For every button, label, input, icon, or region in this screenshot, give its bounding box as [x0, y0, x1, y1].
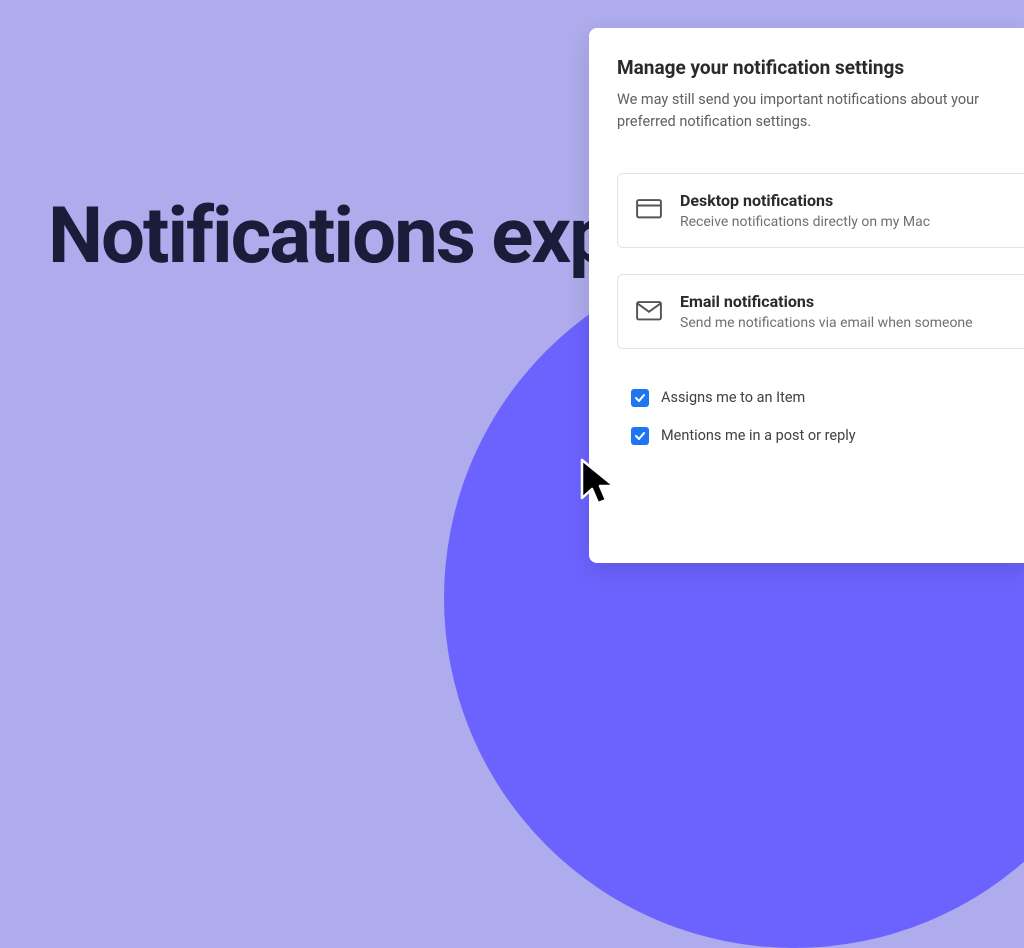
email-options: Assigns me to an Item Mentions me in a p…: [617, 375, 1024, 445]
check-icon: [634, 392, 646, 404]
checkbox-row-mentions[interactable]: Mentions me in a post or reply: [631, 427, 1024, 445]
desktop-title: Desktop notifications: [680, 191, 1006, 210]
desktop-description: Receive notifications directly on my Mac: [680, 214, 1006, 230]
checkbox-label-mentions: Mentions me in a post or reply: [661, 427, 856, 444]
email-text: Email notifications Send me notification…: [680, 292, 1006, 331]
checkbox-mentions[interactable]: [631, 427, 649, 445]
checkbox-assigns[interactable]: [631, 389, 649, 407]
desktop-icon: [636, 199, 662, 221]
email-title: Email notifications: [680, 292, 1006, 311]
cursor-pointer-icon: [576, 456, 624, 514]
email-icon: [636, 300, 662, 322]
email-description: Send me notifications via email when som…: [680, 315, 1006, 331]
checkbox-label-assigns: Assigns me to an Item: [661, 389, 805, 406]
panel-title: Manage your notification settings: [617, 56, 1024, 79]
email-notifications-card[interactable]: Email notifications Send me notification…: [617, 274, 1024, 349]
notification-settings-panel: Manage your notification settings We may…: [589, 28, 1024, 563]
checkbox-row-assigns[interactable]: Assigns me to an Item: [631, 389, 1024, 407]
desktop-text: Desktop notifications Receive notificati…: [680, 191, 1006, 230]
desktop-notifications-card[interactable]: Desktop notifications Receive notificati…: [617, 173, 1024, 248]
check-icon: [634, 430, 646, 442]
panel-description: We may still send you important notifica…: [617, 89, 1024, 133]
